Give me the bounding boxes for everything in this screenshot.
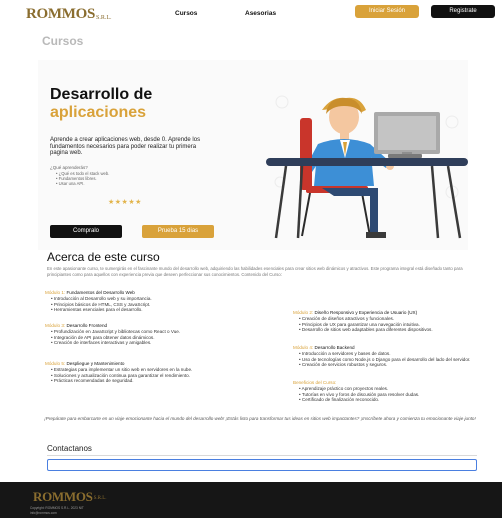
footer-logo-sub: S.R.L. bbox=[93, 496, 107, 501]
footer: ROMMOS S.R.L. Copyright: ROMMOS S.R.L. 2… bbox=[0, 482, 502, 518]
developer-illustration bbox=[266, 95, 468, 239]
module-label: Módulo 5: bbox=[45, 361, 66, 366]
about-description: En este apasionante curso, te sumergirás… bbox=[47, 266, 463, 277]
footer-logo[interactable]: ROMMOS S.R.L. bbox=[33, 490, 107, 503]
login-button[interactable]: Iniciar Sesión bbox=[355, 5, 419, 18]
module-2: Módulo 2: Diseño Responsivo y Experienci… bbox=[293, 310, 493, 333]
module-5: Módulo 5: Despliegue y Mantenimiento Est… bbox=[45, 361, 265, 384]
learn-list: ¿Qué es todo el stack web. Fundamentos l… bbox=[56, 171, 110, 186]
rating-stars: ★★★★★ bbox=[108, 199, 142, 206]
nav-cursos[interactable]: Cursos bbox=[175, 10, 197, 17]
logo-main: ROMMOS bbox=[26, 6, 96, 22]
learn-title: ¿Qué aprenderás? bbox=[50, 165, 88, 170]
benefits-label: Beneficios del Curso: bbox=[293, 380, 337, 385]
nav-asesorias[interactable]: Asesorias bbox=[245, 10, 276, 17]
module-name: Desarrollo Backend bbox=[314, 345, 355, 350]
module-1: Módulo 1: Fundamentos del Desarrollo Web… bbox=[45, 290, 265, 313]
contact-divider bbox=[47, 455, 477, 456]
benefit-item: Certificado de finalización reconocido. bbox=[299, 397, 493, 403]
footer-email: info@rommos.com bbox=[30, 511, 57, 515]
logo[interactable]: ROMMOS S.R.L. bbox=[26, 4, 112, 22]
register-button[interactable]: Registrate bbox=[431, 5, 495, 18]
buy-button[interactable]: Compralo bbox=[50, 225, 122, 238]
hero-title-line2: aplicaciones bbox=[50, 104, 147, 121]
hero-subtitle: Aprende a crear aplicaciones web, desde … bbox=[50, 137, 201, 156]
hero-title-line1: Desarrollo de bbox=[50, 86, 153, 103]
closing-text: ¡Prepárate para embarcarte en un viaje e… bbox=[44, 416, 476, 421]
module-item: Creación de servicios robustos y seguros… bbox=[299, 362, 493, 368]
about-title: Acerca de este curso bbox=[47, 250, 160, 264]
module-4: Módulo 4: Desarrollo Backend Introducció… bbox=[293, 345, 493, 368]
module-name: Diseño Responsivo y Experiencia de Usuar… bbox=[314, 310, 418, 315]
learn-item: Usar una API. bbox=[56, 181, 109, 186]
module-3: Módulo 3: Desarrollo Frontend Profundiza… bbox=[45, 323, 265, 346]
module-label: Módulo 2: bbox=[293, 310, 314, 315]
module-item: Creación de interfaces interactivas y am… bbox=[51, 340, 265, 346]
module-item: Herramientas esenciales para el desarrol… bbox=[51, 307, 265, 313]
module-name: Fundamentos del Desarrollo Web bbox=[66, 290, 135, 295]
module-label: Módulo 3: bbox=[45, 323, 66, 328]
footer-logo-main: ROMMOS bbox=[33, 489, 93, 504]
module-name: Desarrollo Frontend bbox=[66, 323, 108, 328]
header: ROMMOS S.R.L. Cursos Asesorias Iniciar S… bbox=[0, 0, 502, 26]
module-item: Prácticas recomendadas de seguridad. bbox=[51, 378, 265, 384]
module-label: Módulo 1: bbox=[45, 290, 66, 295]
module-items: Introducción a servidores y bases de dat… bbox=[299, 351, 493, 368]
module-name: Despliegue y Mantenimiento bbox=[66, 361, 125, 366]
contact-title: Contactanos bbox=[47, 444, 92, 453]
module-items: Introducción al Desarrollo web y su impo… bbox=[51, 296, 265, 313]
footer-copyright: Copyright: ROMMOS S.R.L. 2023 NIT bbox=[30, 506, 84, 510]
page-title: Cursos bbox=[42, 34, 84, 48]
contact-input[interactable] bbox=[47, 459, 477, 471]
course-benefits: Beneficios del Curso: Aprendizaje prácti… bbox=[293, 380, 493, 403]
trial-button[interactable]: Prueba 15 dias bbox=[142, 225, 214, 238]
benefits-items: Aprendizaje práctico con proyectos reale… bbox=[299, 386, 493, 403]
module-items: Estrategias para implementar un sitio we… bbox=[51, 367, 265, 384]
page: ROMMOS S.R.L. Cursos Asesorias Iniciar S… bbox=[0, 0, 502, 518]
logo-sub: S.R.L. bbox=[96, 15, 112, 21]
module-items: Profundización en JavaScript y bibliotec… bbox=[51, 329, 265, 346]
module-item: Desarrollo de sitios web adaptables para… bbox=[299, 327, 493, 333]
module-label: Módulo 4: bbox=[293, 345, 314, 350]
module-items: Creación de diseños atractivos y funcion… bbox=[299, 316, 493, 333]
